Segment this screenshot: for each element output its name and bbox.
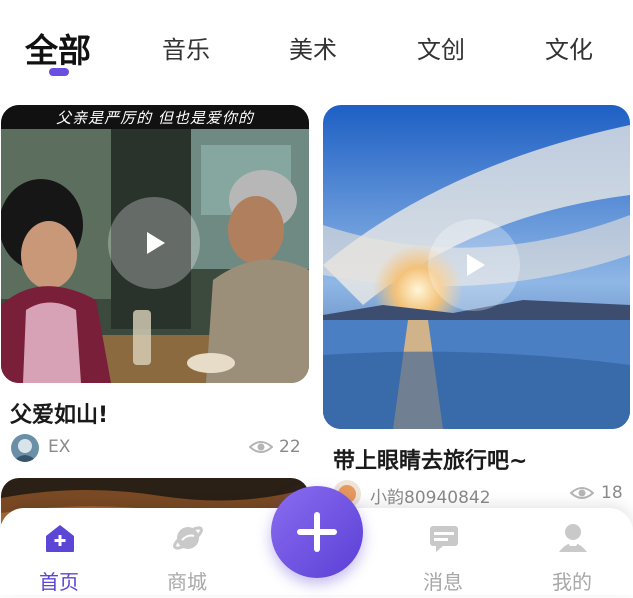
nav-messages[interactable]: 消息 (403, 518, 483, 598)
card-title[interactable]: 带上眼睛去旅行吧~ (333, 443, 527, 475)
tab-music[interactable]: 音乐 (162, 30, 210, 65)
play-button[interactable] (108, 197, 200, 289)
home-icon (46, 525, 74, 552)
nav-profile-label: 我的 (552, 570, 592, 594)
add-button[interactable] (271, 486, 363, 578)
card-title[interactable]: 父爱如山! (10, 397, 108, 429)
play-icon (147, 232, 165, 254)
tab-culture[interactable]: 文化 (545, 30, 593, 65)
video-caption-overlay: 父亲是严厉的 但也是爱你的 (56, 109, 254, 127)
view-count: 18 (601, 483, 623, 503)
author-name[interactable]: EX (48, 437, 70, 457)
avatar[interactable] (11, 434, 39, 462)
nav-home[interactable]: 首页 (19, 518, 99, 598)
nav-mall-label: 商城 (167, 570, 207, 594)
play-icon (467, 254, 485, 276)
nav-home-label: 首页 (39, 570, 79, 594)
active-tab-indicator (49, 68, 69, 76)
category-tabs: 全部 音乐 美术 文创 文化 (0, 0, 633, 90)
tab-creative[interactable]: 文创 (417, 30, 465, 65)
tab-all[interactable]: 全部 (25, 24, 91, 72)
nav-profile[interactable]: 我的 (532, 518, 612, 598)
avatar-image (11, 434, 39, 462)
eye-icon (570, 487, 594, 499)
video-thumbnail[interactable] (323, 105, 630, 429)
planet-icon (173, 526, 203, 550)
view-count: 22 (279, 437, 301, 457)
eye-icon (249, 441, 273, 453)
play-button[interactable] (428, 219, 520, 311)
user-icon (559, 524, 587, 552)
plus-icon (297, 512, 337, 552)
tab-art[interactable]: 美术 (289, 30, 337, 65)
nav-messages-label: 消息 (423, 570, 463, 594)
author-name[interactable]: 小韵80940842 (370, 483, 491, 508)
message-icon (430, 526, 458, 552)
nav-mall[interactable]: 商城 (147, 518, 227, 598)
video-thumbnail[interactable]: 父亲是严厉的 但也是爱你的 (1, 105, 309, 383)
